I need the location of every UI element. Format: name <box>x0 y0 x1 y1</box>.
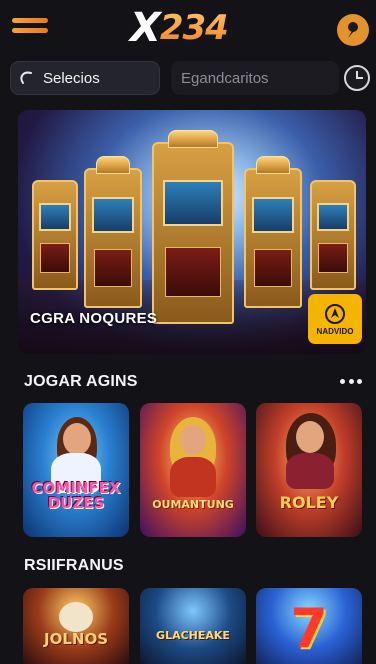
slot-machine-illustration <box>244 156 302 308</box>
slot-machine-illustration <box>152 130 234 324</box>
search-row: Selecios <box>0 58 376 100</box>
badge-icon <box>325 303 345 324</box>
slot-machine-illustration <box>84 156 142 308</box>
banner-badge-label: NADVIDO <box>316 326 354 336</box>
game-card[interactable]: ROLEY <box>256 403 362 537</box>
game-card-label: COMINFEX DUZES <box>31 479 121 512</box>
app-header: X 234 <box>0 0 376 58</box>
banner-title: CGRA NOQURES <box>30 310 158 327</box>
slot-machine-illustration <box>310 180 356 290</box>
logo-number: 234 <box>159 8 229 48</box>
category-select-label: Selecios <box>43 69 100 87</box>
logo-x: X <box>130 5 161 51</box>
game-card[interactable]: GLACHEAKE <box>140 588 246 664</box>
game-card[interactable]: JOLNOS <box>23 588 129 664</box>
slot-machine-illustration <box>32 180 78 290</box>
game-card[interactable]: OUMANTUNG <box>140 403 246 537</box>
game-card-label: JOLNOS <box>44 630 108 648</box>
game-card[interactable]: 7 <box>256 588 362 664</box>
section-title: RSIIFRANUS <box>24 557 124 574</box>
banner-badge[interactable]: NADVIDO <box>308 294 362 344</box>
clock-icon[interactable] <box>344 65 370 91</box>
game-card-label: OUMANTUNG <box>152 498 234 511</box>
game-card-label: ROLEY <box>279 493 339 512</box>
game-card[interactable]: COMINFEX DUZES <box>23 403 129 537</box>
search-input[interactable] <box>171 61 339 95</box>
section-title: JOGAR AGINS <box>24 373 138 390</box>
featured-banner[interactable]: CGRA NOQURES NADVIDO <box>18 110 366 354</box>
more-options-icon[interactable] <box>340 376 362 386</box>
site-logo[interactable]: X 234 <box>130 5 250 51</box>
game-card-label: 7 <box>290 597 328 660</box>
profile-icon[interactable] <box>337 14 369 46</box>
game-card-label: GLACHEAKE <box>156 629 230 642</box>
category-select[interactable]: Selecios <box>10 61 160 95</box>
hamburger-menu-icon[interactable] <box>12 16 48 42</box>
curl-icon <box>20 71 32 84</box>
